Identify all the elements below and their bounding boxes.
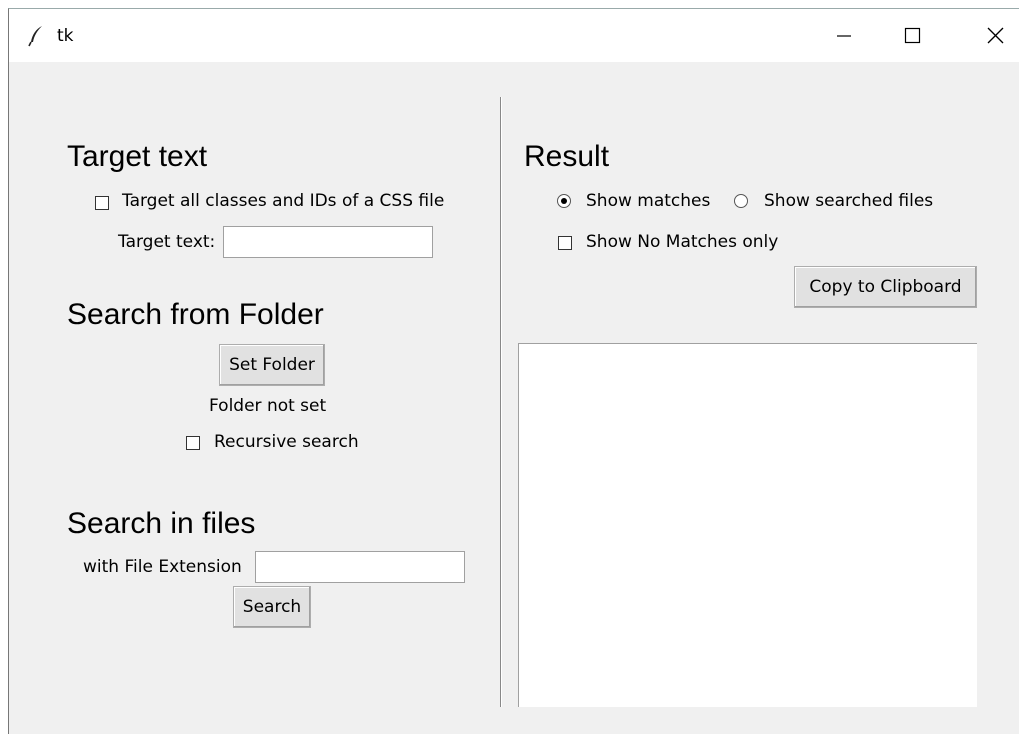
search-files-heading: Search in files (67, 507, 256, 540)
maximize-button[interactable] (889, 9, 935, 62)
folder-status: Folder not set (209, 396, 327, 416)
recursive-search-checkbox[interactable] (186, 436, 200, 450)
result-textbox[interactable] (518, 343, 977, 707)
no-matches-only-label[interactable]: Show No Matches only (586, 232, 778, 252)
no-matches-only-checkbox[interactable] (558, 236, 572, 250)
set-folder-button[interactable]: Set Folder (219, 344, 325, 386)
show-searched-files-radio[interactable] (734, 194, 748, 208)
search-folder-heading: Search from Folder (67, 298, 324, 331)
css-file-checkbox-label[interactable]: Target all classes and IDs of a CSS file (122, 191, 444, 211)
feather-icon (27, 25, 47, 47)
show-searched-files-label[interactable]: Show searched files (764, 191, 933, 211)
target-text-heading: Target text (67, 140, 208, 173)
close-button[interactable] (972, 9, 1018, 62)
app-window: tk Target text Target all classes and ID… (8, 8, 1019, 734)
client-area: Target text Target all classes and IDs o… (9, 62, 1019, 735)
result-heading: Result (524, 140, 610, 173)
file-extension-label: with File Extension (83, 557, 242, 577)
file-extension-input[interactable] (255, 551, 465, 583)
target-text-input[interactable] (223, 226, 433, 258)
target-text-label: Target text: (118, 232, 216, 252)
recursive-search-label[interactable]: Recursive search (214, 432, 359, 452)
copy-to-clipboard-button[interactable]: Copy to Clipboard (794, 266, 977, 308)
show-matches-label[interactable]: Show matches (586, 191, 710, 211)
window-title: tk (57, 26, 74, 46)
css-file-checkbox[interactable] (95, 196, 109, 210)
title-bar[interactable]: tk (9, 9, 1019, 62)
minimize-button[interactable] (821, 9, 867, 62)
panel-divider (500, 97, 502, 707)
show-matches-radio[interactable] (557, 194, 571, 208)
search-button[interactable]: Search (233, 586, 311, 628)
